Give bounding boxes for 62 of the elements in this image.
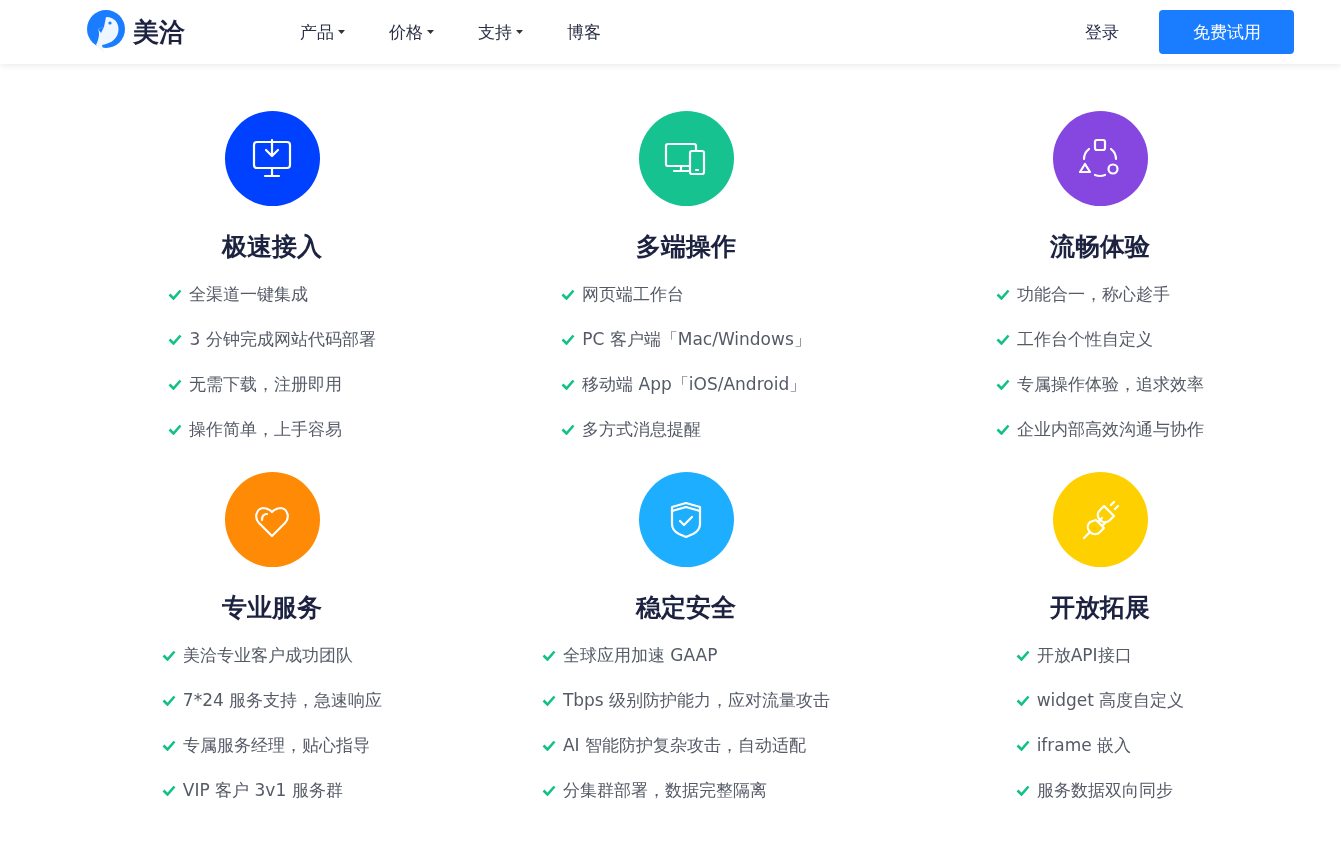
feature-point: VIP 客户 3v1 服务群 (182, 779, 343, 802)
feature-title: 稳定安全 (636, 592, 736, 624)
check-icon (161, 740, 176, 751)
nav-menu-item[interactable]: 博客 (567, 20, 601, 44)
feature-point: 美洽专业客户成功团队 (182, 644, 353, 667)
feature-point: 功能合一，称心趁手 (1017, 283, 1170, 306)
check-icon (996, 424, 1010, 435)
feature-point: 服务数据双向同步 (1036, 779, 1173, 802)
check-icon (168, 379, 183, 390)
nav-menu-item[interactable]: 支持 (478, 20, 523, 44)
check-icon (996, 334, 1010, 345)
feature-title: 多端操作 (636, 231, 736, 263)
check-icon (541, 650, 556, 661)
check-icon (161, 695, 176, 706)
feature-title: 专业服务 (222, 592, 322, 624)
feature-point: iframe 嵌入 (1036, 734, 1132, 757)
feature-title: 极速接入 (222, 231, 322, 263)
free-trial-button[interactable]: 免费试用 (1159, 10, 1294, 54)
feature-point: 分集群部署，数据完整隔离 (562, 779, 767, 802)
check-icon (168, 424, 183, 435)
login-link[interactable]: 登录 (1085, 20, 1119, 44)
feature-point: 工作台个性自定义 (1017, 328, 1153, 351)
feature-point: 全渠道一键集成 (189, 283, 309, 306)
check-icon (996, 289, 1010, 300)
check-icon (996, 379, 1010, 390)
check-icon (1015, 650, 1030, 661)
check-icon (161, 650, 176, 661)
check-icon (1015, 695, 1030, 706)
feature-point: 移动端 App「iOS/Android」 (582, 373, 807, 396)
feature-point: PC 客户端「Mac/Windows」 (582, 328, 811, 351)
feature-point: 专属操作体验，追求效率 (1017, 373, 1204, 396)
feature-point: 全球应用加速 GAAP (562, 644, 718, 667)
feature-title: 开放拓展 (1050, 592, 1150, 624)
feature-point: 开放API接口 (1036, 644, 1132, 667)
brand-name: 美洽 (133, 15, 185, 49)
feature-point: widget 高度自定义 (1036, 689, 1185, 712)
check-icon (541, 740, 556, 751)
check-icon (1015, 785, 1030, 796)
feature-title: 流畅体验 (1050, 231, 1150, 263)
check-icon (541, 785, 556, 796)
feature-point: 无需下载，注册即用 (189, 373, 343, 396)
feature-point: 专属服务经理，贴心指导 (182, 734, 370, 757)
check-icon (1015, 740, 1030, 751)
feature-point: AI 智能防护复杂攻击，自动适配 (562, 734, 806, 757)
check-icon (561, 379, 576, 390)
check-icon (168, 334, 183, 345)
check-icon (561, 289, 576, 300)
feature-point: 3 分钟完成网站代码部署 (189, 328, 376, 351)
feature-point: 网页端工作台 (582, 283, 685, 306)
bird-logo-icon (86, 9, 126, 55)
feature-point: Tbps 级别防护能力，应对流量攻击 (562, 689, 831, 712)
check-icon (561, 424, 576, 435)
check-icon (161, 785, 176, 796)
feature-point: 多方式消息提醒 (582, 418, 702, 441)
nav-menu-item[interactable]: 价格 (389, 20, 434, 44)
feature-point: 操作简单，上手容易 (189, 418, 343, 441)
check-icon (168, 289, 183, 300)
nav-menu-item[interactable]: 产品 (300, 20, 345, 44)
check-icon (561, 334, 576, 345)
check-icon (541, 695, 556, 706)
feature-point: 企业内部高效沟通与协作 (1017, 418, 1204, 441)
feature-point: 7*24 服务支持，急速响应 (182, 689, 383, 712)
